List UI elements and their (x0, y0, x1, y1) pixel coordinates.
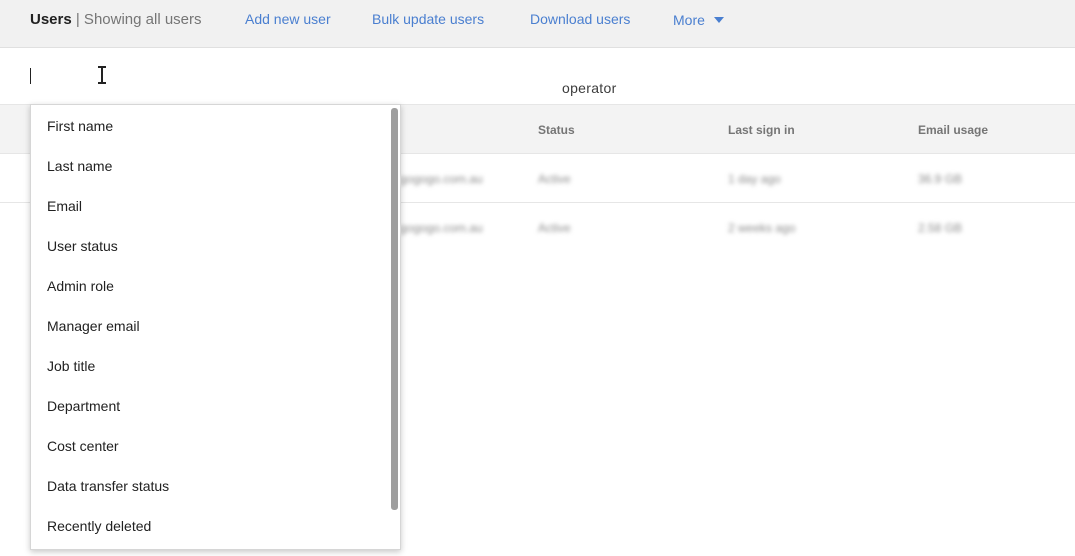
dropdown-item-first-name[interactable]: First name (47, 118, 113, 134)
text-caret (30, 68, 31, 84)
dropdown-item-data-transfer-status[interactable]: Data transfer status (47, 478, 169, 494)
dropdown-item-email[interactable]: Email (47, 198, 82, 214)
more-label: More (673, 12, 705, 28)
bulk-update-users-link[interactable]: Bulk update users (372, 11, 484, 27)
row-2-status: Active (538, 221, 571, 235)
row-2-last-sign-in: 2 weeks ago (728, 221, 796, 235)
dropdown-item-cost-center[interactable]: Cost center (47, 438, 119, 454)
filter-property-dropdown[interactable]: First name Last name Email User status A… (30, 104, 401, 550)
download-users-link[interactable]: Download users (530, 11, 630, 27)
caret-down-icon (713, 17, 724, 23)
row-2-email-usage: 2.58 GB (918, 221, 963, 235)
filter-bar[interactable] (0, 48, 1075, 104)
column-header-status[interactable]: Status (538, 123, 575, 137)
more-menu-button[interactable]: More (673, 12, 724, 28)
operator-label: operator (562, 80, 617, 96)
page-title: Users | Showing all users (30, 11, 202, 28)
dropdown-item-last-name[interactable]: Last name (47, 158, 112, 174)
dropdown-scrollbar-thumb[interactable] (391, 108, 398, 510)
dropdown-item-user-status[interactable]: User status (47, 238, 118, 254)
top-header-bar: Users | Showing all users Add new user B… (0, 0, 1075, 48)
ibeam-cursor-icon (97, 66, 107, 84)
dropdown-item-manager-email[interactable]: Manager email (47, 318, 140, 334)
page-title-subtitle: | Showing all users (71, 11, 202, 28)
page-title-users: Users (30, 11, 72, 28)
dropdown-item-admin-role[interactable]: Admin role (47, 278, 114, 294)
row-1-status: Active (538, 172, 571, 186)
add-new-user-link[interactable]: Add new user (245, 11, 331, 27)
row-1-last-sign-in: 1 day ago (728, 172, 781, 186)
row-1-email[interactable]: gogogo.com.au (400, 172, 483, 186)
column-header-email-usage[interactable]: Email usage (918, 123, 988, 137)
dropdown-item-department[interactable]: Department (47, 398, 120, 414)
dropdown-item-recently-deleted[interactable]: Recently deleted (47, 518, 151, 534)
dropdown-item-job-title[interactable]: Job title (47, 358, 95, 374)
row-2-email[interactable]: gogogo.com.au (400, 221, 483, 235)
row-1-email-usage: 36.9 GB (918, 172, 963, 186)
column-header-last-sign-in[interactable]: Last sign in (728, 123, 795, 137)
